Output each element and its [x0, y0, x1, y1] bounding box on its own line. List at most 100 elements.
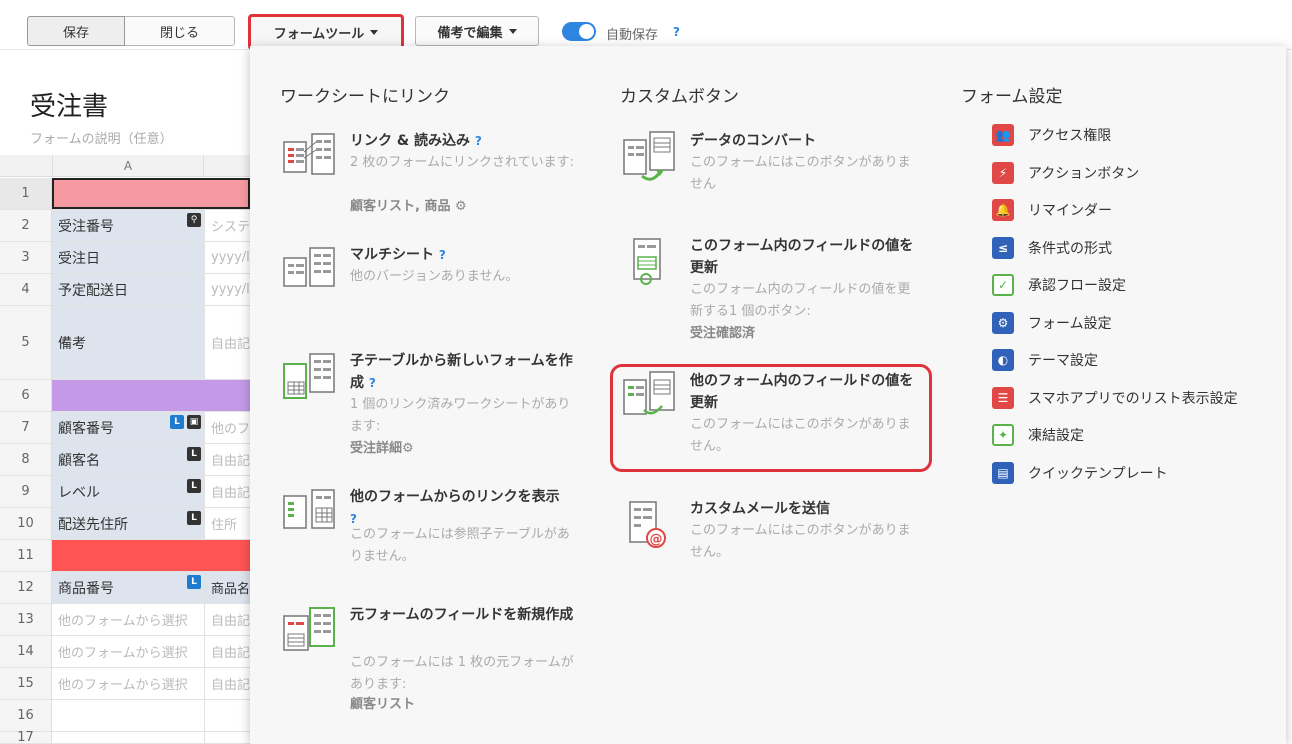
- list-icon: ☰: [992, 386, 1014, 409]
- row-number[interactable]: 15: [0, 668, 52, 699]
- help-icon[interactable]: ?: [673, 25, 680, 39]
- menu-item-multisheet[interactable]: マルチシート ? 他のバージョンありません。: [282, 244, 582, 294]
- help-icon[interactable]: ?: [439, 248, 446, 262]
- update-this-form-title: このフォーム内のフィールドの値を更新: [690, 238, 914, 276]
- row-number[interactable]: 16: [0, 700, 52, 731]
- cell-b[interactable]: 自由記: [204, 306, 250, 379]
- cell-b[interactable]: 自由記: [204, 476, 250, 507]
- row-number[interactable]: 13: [0, 604, 52, 635]
- form-tool-dropdown-button[interactable]: フォームツール: [248, 14, 404, 50]
- settings-item[interactable]: ◐ テーマ設定: [992, 348, 1098, 372]
- edit-in-remarks-label: 備考で編集: [437, 25, 503, 41]
- row-number[interactable]: 17: [0, 730, 52, 744]
- cell-b[interactable]: 自由記: [204, 636, 250, 667]
- settings-item[interactable]: ≤ 条件式の形式: [992, 236, 1112, 260]
- settings-item[interactable]: ✦ 凍結設定: [992, 423, 1084, 447]
- close-button[interactable]: 閉じる: [125, 16, 235, 46]
- new-field-links[interactable]: 顧客リスト: [350, 694, 580, 716]
- row-number[interactable]: 6: [0, 380, 52, 411]
- table-row: 16: [0, 700, 250, 732]
- row-number[interactable]: 11: [0, 540, 52, 571]
- child-table-links[interactable]: 受注詳細⚙: [350, 438, 580, 460]
- menu-item-convert[interactable]: データのコンバート このフォームにはこのボタンがありません: [622, 130, 922, 200]
- cell-a[interactable]: [52, 380, 250, 411]
- cell-b[interactable]: 他のフ: [204, 412, 250, 443]
- update-this-form-links[interactable]: 受注確認済: [690, 323, 920, 345]
- settings-item-label: テーマ設定: [1028, 353, 1098, 369]
- toolbar: 保存 閉じる フォームツール 備考で編集 自動保存 ?: [0, 0, 1292, 50]
- menu-item-new-field[interactable]: 元フォームのフィールドを新規作成 このフォームには 1 枚の元フォームがあります…: [282, 604, 582, 714]
- cell-b[interactable]: 商品名: [204, 572, 250, 603]
- cell-a[interactable]: 他のフォームから選択: [52, 668, 204, 699]
- autosave-label: 自動保存: [606, 28, 659, 43]
- link-badge: L: [187, 575, 201, 589]
- condition-icon: ≤: [992, 236, 1014, 259]
- cell-a[interactable]: 受注番号: [52, 210, 204, 241]
- cell-b[interactable]: yyyy/l: [204, 274, 250, 305]
- column-header: A: [0, 155, 250, 177]
- settings-item-label: 承認フロー設定: [1028, 278, 1126, 294]
- row-number[interactable]: 1: [0, 178, 52, 209]
- form-description[interactable]: フォームの説明（任意）: [30, 128, 173, 147]
- save-button[interactable]: 保存: [27, 16, 125, 46]
- row-number[interactable]: 10: [0, 508, 52, 539]
- cell-a[interactable]: 他のフォームから選択: [52, 636, 204, 667]
- cell-a[interactable]: 他のフォームから選択: [52, 604, 204, 635]
- cell-a[interactable]: [52, 700, 204, 731]
- settings-item[interactable]: ☰ スマホアプリでのリスト表示設定: [992, 386, 1238, 410]
- settings-item-label: スマホアプリでのリスト表示設定: [1028, 390, 1238, 407]
- menu-item-link-read[interactable]: リンク & 読み込み ? 2 枚のフォームにリンクされています: 顧客リスト, …: [282, 130, 582, 220]
- cell-b[interactable]: yyyy/l: [204, 242, 250, 273]
- settings-item[interactable]: 👥 アクセス権限: [992, 123, 1111, 147]
- row-number[interactable]: 4: [0, 274, 52, 305]
- settings-item[interactable]: 🔔 リマインダー: [992, 198, 1112, 222]
- link-badge: L: [170, 415, 184, 429]
- cell-a[interactable]: 顧客名: [52, 444, 204, 475]
- settings-item[interactable]: ▤ クイックテンプレート: [992, 461, 1168, 485]
- link-read-desc: 2 枚のフォームにリンクされています:: [350, 155, 575, 170]
- show-links-icon: [283, 489, 335, 529]
- cell-a[interactable]: 受注日: [52, 242, 204, 273]
- column-a-header[interactable]: A: [52, 155, 204, 177]
- row-number[interactable]: 8: [0, 444, 52, 475]
- row-number[interactable]: 14: [0, 636, 52, 667]
- row-number[interactable]: 5: [0, 306, 52, 379]
- row-number[interactable]: 9: [0, 476, 52, 507]
- cell-a[interactable]: レベル: [52, 476, 204, 507]
- row-number[interactable]: 7: [0, 412, 52, 443]
- cell-a[interactable]: 予定配送日: [52, 274, 204, 305]
- cell-a[interactable]: 配送先住所: [52, 508, 204, 539]
- cell-a[interactable]: 商品番号: [52, 572, 204, 603]
- cell-b[interactable]: 自由記: [204, 444, 250, 475]
- cell-a[interactable]: 備考: [52, 306, 204, 379]
- settings-item-label: リマインダー: [1028, 203, 1112, 219]
- cell-a[interactable]: [52, 732, 204, 743]
- link-read-links[interactable]: 顧客リスト, 商品 ⚙: [350, 196, 580, 218]
- cell-b[interactable]: 自由記: [204, 604, 250, 635]
- cell-b[interactable]: システ: [204, 210, 250, 241]
- menu-item-update-this-form[interactable]: このフォーム内のフィールドの値を更新 このフォーム内のフィールドの値を更新する1…: [622, 235, 922, 345]
- edit-in-remarks-button[interactable]: 備考で編集: [415, 16, 539, 46]
- cell-b[interactable]: 自由記: [204, 668, 250, 699]
- menu-item-child-table[interactable]: 子テーブルから新しいフォームを作成 ? 1 個のリンク済みワークシートがあります…: [282, 350, 582, 460]
- autosave-toggle[interactable]: [562, 22, 596, 41]
- settings-item[interactable]: ✓ 承認フロー設定: [992, 273, 1126, 297]
- cell-b[interactable]: [204, 700, 250, 731]
- settings-item[interactable]: ⚙ フォーム設定: [992, 311, 1112, 335]
- gear-icon[interactable]: ⚙: [455, 199, 467, 214]
- menu-item-show-links[interactable]: 他のフォームからのリンクを表示? このフォームには参照子テーブルがありません。: [282, 486, 582, 566]
- row-number[interactable]: 2: [0, 210, 52, 241]
- gear-icon[interactable]: ⚙: [402, 441, 414, 456]
- menu-item-custom-mail[interactable]: @ カスタムメールを送信 このフォームにはこのボタンがありません。: [622, 498, 922, 568]
- help-icon[interactable]: ?: [475, 134, 482, 148]
- cell-b[interactable]: [204, 732, 250, 743]
- row-number[interactable]: 3: [0, 242, 52, 273]
- settings-item[interactable]: ⚡ アクションボタン: [992, 161, 1139, 185]
- save-label: 保存: [62, 25, 89, 41]
- cell-a[interactable]: [52, 540, 250, 571]
- cell-a[interactable]: [52, 178, 250, 209]
- row-number[interactable]: 12: [0, 572, 52, 603]
- cell-b[interactable]: 住所: [204, 508, 250, 539]
- custom-mail-title: カスタムメールを送信: [690, 501, 830, 517]
- help-icon[interactable]: ?: [369, 376, 376, 390]
